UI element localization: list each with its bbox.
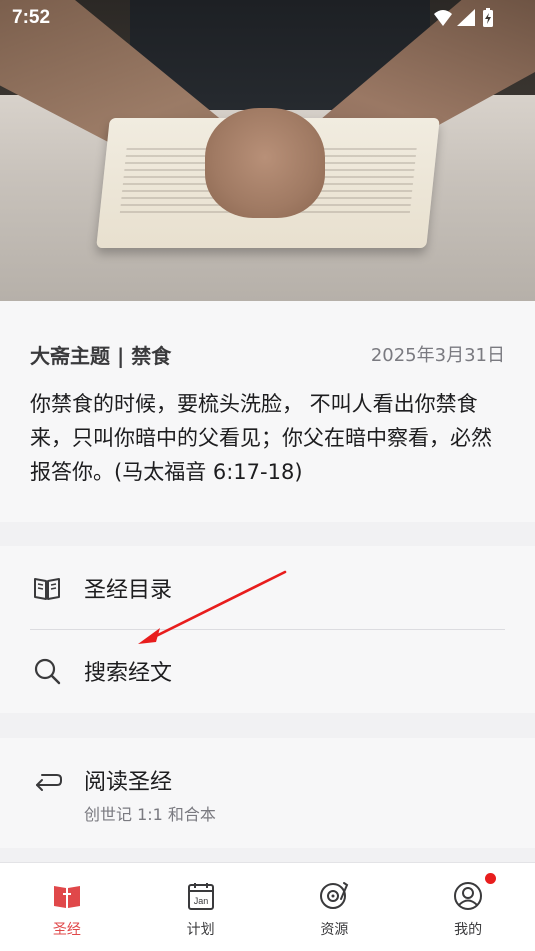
nav-mine[interactable]: 我的: [401, 863, 535, 951]
bible-catalog-item[interactable]: 圣经目录: [0, 558, 535, 618]
bible-icon: [53, 886, 80, 908]
battery-charging-icon: [483, 8, 493, 27]
wifi-icon: [434, 10, 452, 26]
status-bar: 7:52: [0, 0, 535, 36]
nav-resources[interactable]: 资源: [268, 863, 402, 951]
devotion-card[interactable]: 大斋主题 | 禁食 2025年3月31日 你禁食的时候，要梳头洗脸， 不叫人看出…: [0, 301, 535, 522]
hero-image: [0, 0, 535, 301]
devotion-title: 大斋主题 | 禁食: [30, 343, 172, 368]
folded-hands: [205, 108, 325, 218]
nav-bible-label: 圣经: [52, 922, 81, 938]
notification-badge: [485, 873, 497, 884]
status-icons: [434, 8, 493, 27]
devotion-header: 大斋主题 | 禁食 2025年3月31日: [30, 341, 505, 368]
status-time: 7:52: [12, 7, 51, 28]
search-scripture-item[interactable]: 搜索经文: [0, 641, 535, 701]
nav-plan[interactable]: Jan 计划: [134, 863, 268, 951]
nav-resources-label: 资源: [320, 922, 349, 938]
profile-icon: [454, 882, 483, 910]
bible-catalog-label: 圣经目录: [84, 578, 173, 603]
bottom-nav: 圣经 Jan 计划 资源 我的: [0, 862, 535, 951]
devotion-verse: 你禁食的时候，要梳头洗脸， 不叫人看出你禁食来，只叫你暗中的父看见；你父在暗中察…: [30, 392, 492, 484]
book-open-icon: [34, 578, 60, 600]
calendar-jan-icon: Jan: [187, 883, 214, 910]
menu-divider: [30, 629, 505, 630]
reading-subtitle: 创世记 1:1 和合本: [84, 805, 216, 824]
menu-card: 圣经目录 搜索经文: [0, 546, 535, 713]
reading-label: 阅读圣经: [84, 770, 173, 795]
search-scripture-label: 搜索经文: [84, 661, 173, 686]
signal-icon: [457, 9, 475, 26]
return-arrow-icon: [36, 774, 62, 791]
nav-mine-label: 我的: [454, 922, 483, 938]
record-player-icon: [320, 882, 349, 909]
nav-bible[interactable]: 圣经: [0, 863, 134, 951]
svg-text:Jan: Jan: [193, 896, 208, 906]
search-icon: [34, 658, 61, 685]
nav-plan-label: 计划: [186, 922, 215, 938]
reading-card[interactable]: 阅读圣经 创世记 1:1 和合本: [0, 738, 535, 848]
devotion-date: 2025年3月31日: [370, 345, 505, 366]
